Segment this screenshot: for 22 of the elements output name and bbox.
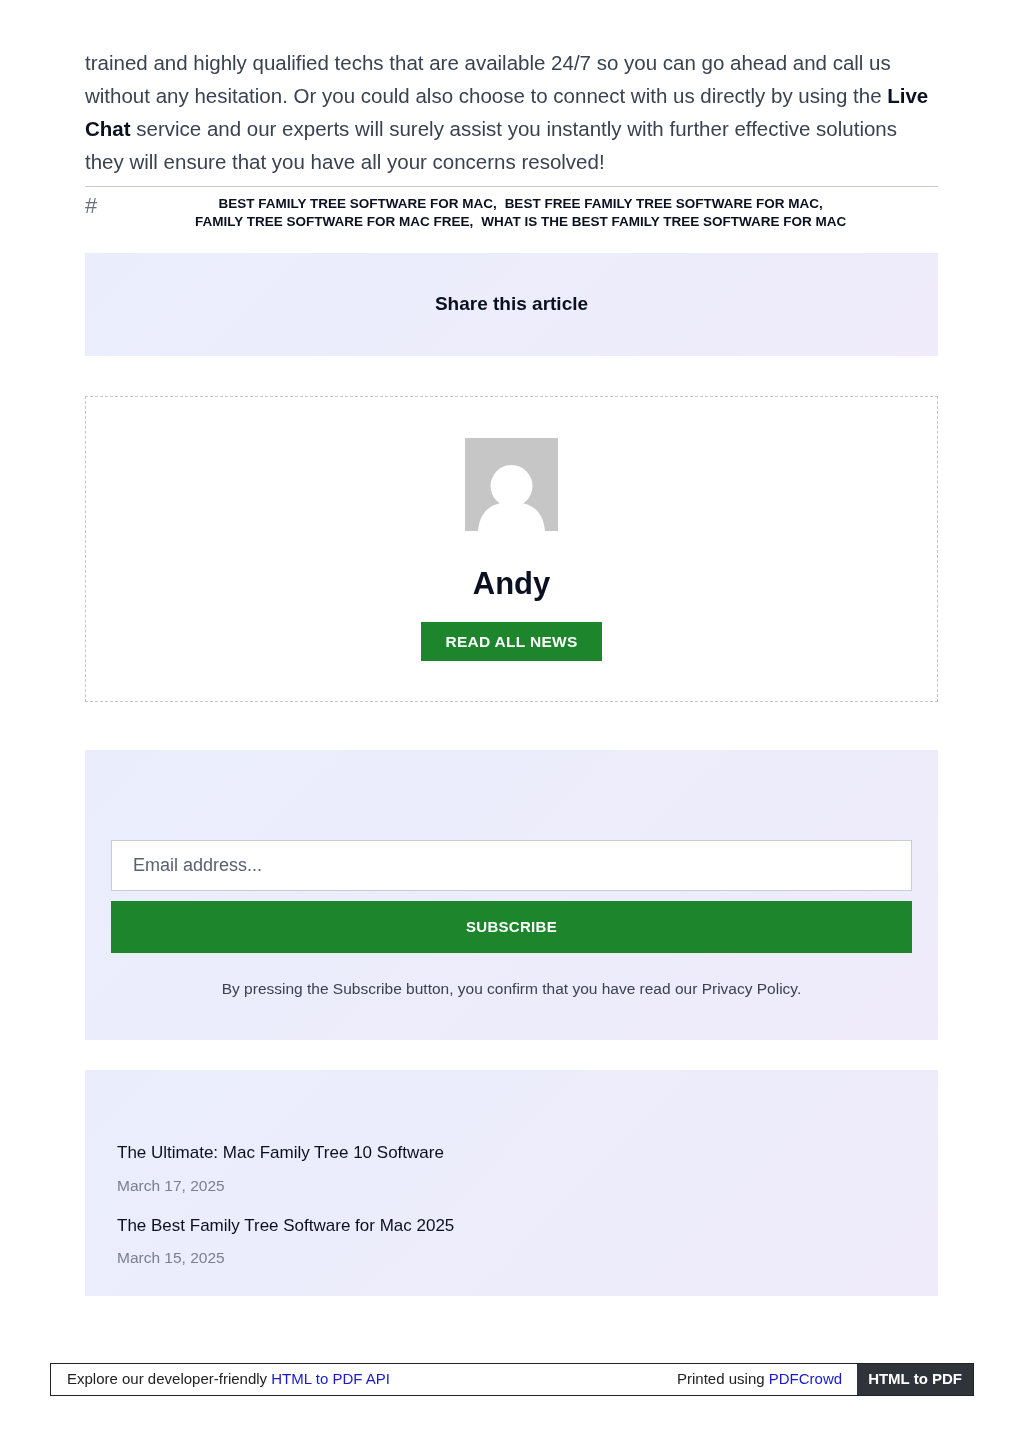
tag-link[interactable]: BEST FREE FAMILY TREE SOFTWARE FOR MAC, — [504, 195, 823, 213]
post-date: March 15, 2025 — [117, 1248, 226, 1269]
api-link[interactable]: HTML to PDF API — [271, 1370, 390, 1388]
html-to-pdf-badge[interactable]: HTML to PDF — [857, 1364, 973, 1395]
article-paragraph: trained and highly qualified techs that are available 24/7 so you can go ahead and call us without any hesitation. Or you could also choose to connect with us directly by using the Live Chat service and our experts will surely assist you instantly with further effective solutions they will ensure that you have all your concerns resolved! — [85, 50, 930, 175]
pdfcrowd-link[interactable]: PDFCrowd — [768, 1370, 843, 1388]
privacy-note: By pressing the Subscribe button, you confirm that you have read our Privacy Policy. — [220, 979, 803, 999]
post-date: March 17, 2025 — [117, 1175, 226, 1196]
subscribe-button[interactable]: SUBSCRIBE — [111, 901, 912, 953]
post-title-link[interactable]: The Best Family Tree Software for Mac 2025 — [117, 1212, 906, 1239]
footer-text: Explore our developer-friendly — [67, 1370, 268, 1388]
author-name: Andy — [472, 565, 551, 603]
read-all-news-button[interactable]: READ ALL NEWS — [421, 621, 602, 661]
email-field[interactable]: Email address... — [111, 840, 912, 891]
tag-link[interactable]: WHAT IS THE BEST FAMILY TREE SOFTWARE FOR MAC — [481, 213, 847, 231]
printed-using-text: Printed using — [677, 1370, 765, 1388]
avatar-icon — [465, 438, 558, 531]
hash-mark: # — [85, 195, 98, 217]
tag-link[interactable]: BEST FAMILY TREE SOFTWARE FOR MAC, — [218, 195, 497, 213]
share-heading: Share this article — [434, 292, 589, 317]
tag-link[interactable]: FAMILY TREE SOFTWARE FOR MAC FREE, — [195, 213, 474, 231]
post-title-link[interactable]: The Ultimate: Mac Family Tree 10 Software — [117, 1140, 906, 1166]
